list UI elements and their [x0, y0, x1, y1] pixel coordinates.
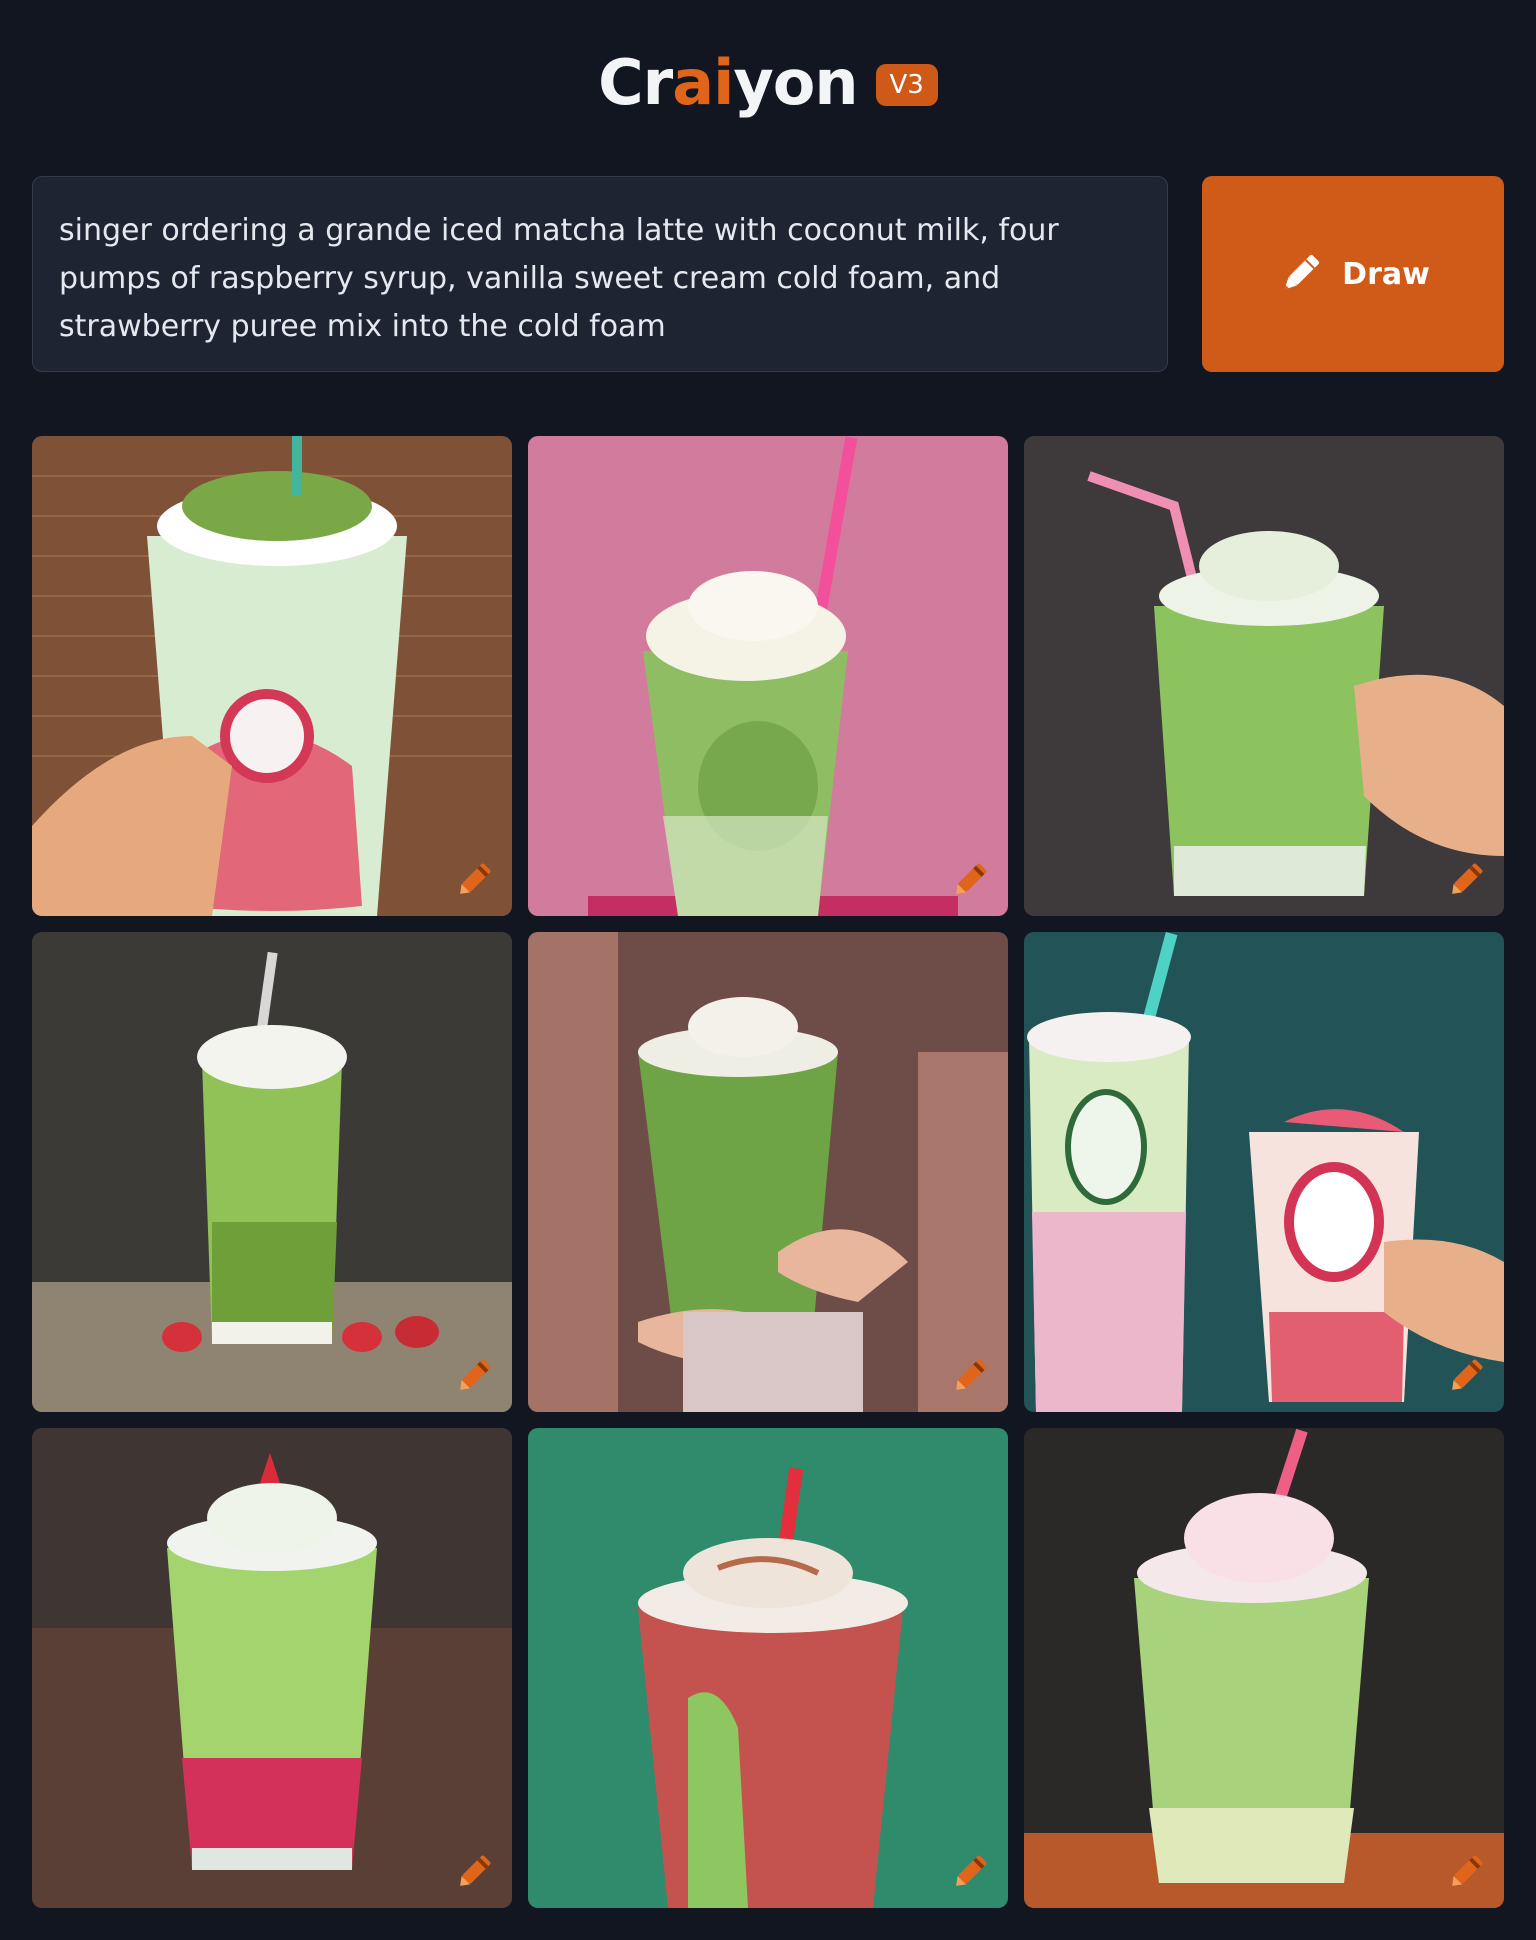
logo-text-suffix: yon [733, 46, 858, 119]
generated-image [32, 436, 512, 916]
logo-text-prefix: Cr [598, 46, 673, 119]
gallery-image[interactable] [32, 436, 512, 916]
crayon-icon[interactable] [1444, 1848, 1490, 1894]
generated-image [1024, 1428, 1504, 1908]
crayon-icon[interactable] [948, 1848, 994, 1894]
crayon-icon[interactable] [1444, 1352, 1490, 1398]
crayon-icon[interactable] [452, 856, 498, 902]
gallery-image[interactable] [1024, 932, 1504, 1412]
image-gallery [32, 436, 1504, 1908]
pencil-icon [1284, 255, 1320, 290]
generated-image [1024, 436, 1504, 916]
generated-image [1024, 932, 1504, 1412]
app-header: Craiyon V3 [0, 38, 1536, 128]
crayon-icon[interactable] [1444, 856, 1490, 902]
crayon-icon[interactable] [948, 1352, 994, 1398]
prompt-text: singer ordering a grande iced matcha lat… [59, 213, 1059, 344]
gallery-image[interactable] [32, 1428, 512, 1908]
generated-image [528, 1428, 1008, 1908]
prompt-input[interactable]: singer ordering a grande iced matcha lat… [32, 176, 1168, 372]
draw-button-label: Draw [1342, 256, 1430, 292]
generated-image [528, 932, 1008, 1412]
generated-image [32, 1428, 512, 1908]
draw-button[interactable]: Draw [1202, 176, 1504, 372]
crayon-icon[interactable] [452, 1848, 498, 1894]
crayon-icon[interactable] [452, 1352, 498, 1398]
generated-image [32, 932, 512, 1412]
crayon-icon[interactable] [948, 856, 994, 902]
gallery-image[interactable] [32, 932, 512, 1412]
generated-image [528, 436, 1008, 916]
version-badge: V3 [875, 64, 938, 106]
gallery-image[interactable] [1024, 436, 1504, 916]
gallery-image[interactable] [528, 932, 1008, 1412]
logo-text-accent: ai [672, 46, 734, 119]
gallery-image[interactable] [528, 436, 1008, 916]
gallery-image[interactable] [528, 1428, 1008, 1908]
gallery-image[interactable] [1024, 1428, 1504, 1908]
craiyon-logo[interactable]: Craiyon [598, 52, 858, 114]
